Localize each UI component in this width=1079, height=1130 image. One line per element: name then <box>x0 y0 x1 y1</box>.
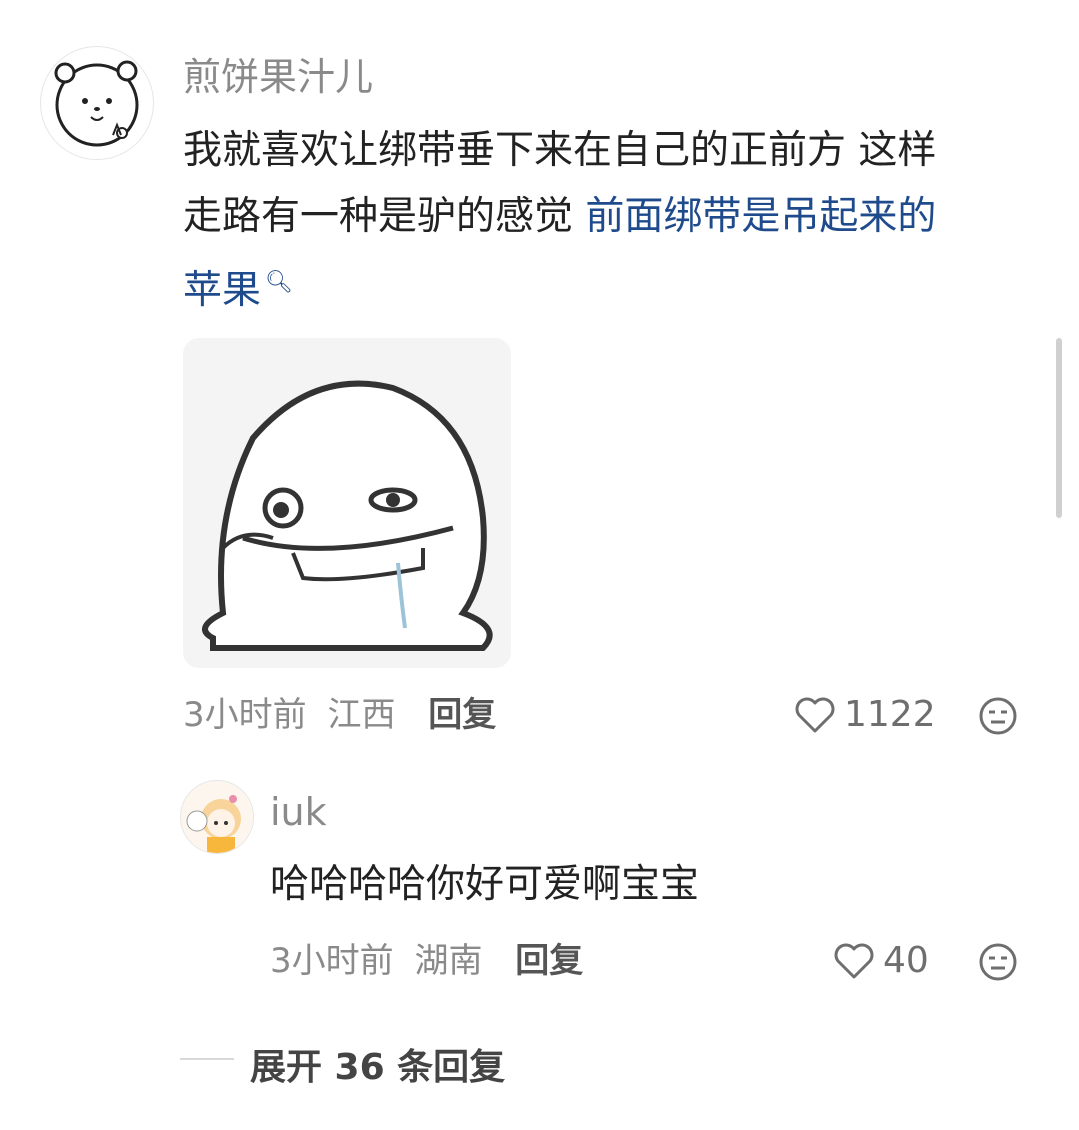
expand-replies-button[interactable]: 展开 36 条回复 <box>250 1038 505 1090</box>
neutral-face-icon <box>979 943 1017 981</box>
polar-bear-avatar-icon <box>54 60 139 147</box>
like-count: 40 <box>883 940 929 981</box>
dislike-button[interactable] <box>978 696 1018 736</box>
comment-meta: 3小时前 江西 回复 <box>183 698 496 732</box>
reply-button[interactable]: 回复 <box>515 941 583 981</box>
like-count: 1122 <box>844 694 936 735</box>
commenter-avatar[interactable] <box>40 46 154 160</box>
like-button[interactable]: 40 <box>833 940 929 981</box>
comment-text-line: 走路有一种是驴的感觉 前面绑带是吊起来的 <box>183 184 1053 250</box>
reply-time: 3小时前 <box>270 941 394 981</box>
heart-icon <box>834 943 874 978</box>
reply-text: 哈哈哈哈你好可爱啊宝宝 <box>270 862 700 907</box>
comment-text: 我就喜欢让绑带垂下来在自己的正前方 这样 走路有一种是驴的感觉 前面绑带是吊起来… <box>183 118 1053 324</box>
search-link[interactable]: 前面绑带是吊起来的 <box>585 194 936 239</box>
comment-time: 3小时前 <box>183 695 307 735</box>
reply-meta: 3小时前 湖南 回复 <box>270 944 583 978</box>
dislike-button[interactable] <box>978 942 1018 982</box>
search-icon[interactable]: 🔍︎ <box>265 270 293 295</box>
expand-divider <box>180 1058 234 1060</box>
comment-text-line: 苹果 🔍︎ <box>183 250 1053 324</box>
anime-girl-avatar-icon <box>181 781 253 853</box>
neutral-face-icon <box>979 697 1017 735</box>
replier-avatar[interactable] <box>180 780 254 854</box>
comment-location: 江西 <box>327 695 396 735</box>
comment-text-line: 我就喜欢让绑带垂下来在自己的正前方 这样 <box>183 128 937 173</box>
reply-location: 湖南 <box>414 941 483 981</box>
scrollbar[interactable] <box>1056 338 1062 518</box>
commenter-username[interactable]: 煎饼果汁儿 <box>183 58 373 96</box>
search-link[interactable]: 苹果 <box>183 268 261 313</box>
like-button[interactable]: 1122 <box>794 694 936 735</box>
replier-username[interactable]: iuk <box>270 793 327 831</box>
heart-icon <box>795 697 835 732</box>
comment-text-plain: 走路有一种是驴的感觉 <box>183 194 586 239</box>
reply-button[interactable]: 回复 <box>428 695 496 735</box>
meme-sticker-image[interactable] <box>183 338 511 668</box>
